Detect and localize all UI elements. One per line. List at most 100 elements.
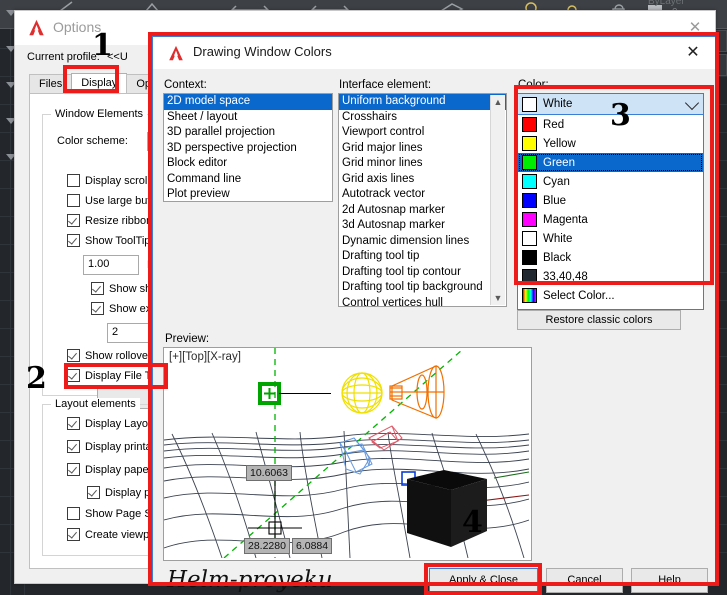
checkbox-box — [67, 214, 80, 227]
color-option-label: Select Color... — [543, 289, 615, 302]
context-item-3d-parallel-projection[interactable]: 3D parallel projection — [164, 125, 332, 141]
checkbox-box — [91, 302, 104, 315]
color-option-label: Blue — [543, 194, 567, 207]
interface-item-dynamic-dimension-lines[interactable]: Dynamic dimension lines — [339, 234, 506, 250]
context-item-plot-preview[interactable]: Plot preview — [164, 187, 332, 201]
interface-item-grid-axis-lines[interactable]: Grid axis lines — [339, 172, 506, 188]
annotation-number-2: 2 — [26, 361, 47, 396]
color-option-black[interactable]: Black — [518, 248, 703, 267]
autocad-a-icon — [169, 45, 183, 61]
interface-item-2d-autosnap-marker[interactable]: 2d Autosnap marker — [339, 203, 506, 219]
interface-item-3d-autosnap-marker[interactable]: 3d Autosnap marker — [339, 218, 506, 234]
checkbox-show-tooltips[interactable]: Show ToolTips — [67, 234, 156, 247]
tab-files[interactable]: Files — [29, 74, 73, 93]
apply-and-close-label: Apply & Close — [448, 574, 519, 586]
color-option-label: 33,40,48 — [543, 270, 588, 283]
watermark-text: Helm-proyeku — [167, 567, 333, 593]
interface-item-drafting-tool-tip[interactable]: Drafting tool tip — [339, 249, 506, 265]
color-option-label: Black — [543, 251, 572, 264]
chevron-down-icon[interactable] — [684, 95, 700, 111]
color-swatch — [522, 136, 537, 151]
autocad-a-icon — [29, 19, 44, 36]
annotation-number-4: 4 — [462, 505, 483, 540]
color-option-magenta[interactable]: Magenta — [518, 210, 703, 229]
interface-item-uniform-background[interactable]: Uniform background — [339, 94, 506, 110]
window-elements-title: Window Elements — [51, 108, 148, 120]
color-dropdown-list[interactable]: Red Yellow Green Cyan Blue Magenta White… — [517, 115, 704, 310]
interface-item-autotrack-vector[interactable]: Autotrack vector — [339, 187, 506, 203]
color-label: Color: — [518, 79, 549, 91]
context-item-3d-perspective-projection[interactable]: 3D perspective projection — [164, 141, 332, 157]
tooltip-delay-value: 1.00 — [88, 258, 110, 270]
interface-item-grid-major-lines[interactable]: Grid major lines — [339, 141, 506, 157]
color-swatch — [522, 250, 537, 265]
checkbox-box — [67, 369, 80, 382]
viewport-label: [+][Top][X-ray] — [169, 351, 241, 363]
color-option-cyan[interactable]: Cyan — [518, 172, 703, 191]
preview-label: Preview: — [165, 333, 210, 345]
apply-and-close-button[interactable]: Apply & Close — [429, 568, 538, 593]
chevron-down-icon[interactable]: ▼ — [491, 291, 505, 305]
dwc-dialog-title: Drawing Window Colors — [193, 44, 332, 59]
interface-item-grid-minor-lines[interactable]: Grid minor lines — [339, 156, 506, 172]
checkbox-box — [67, 349, 80, 362]
annotation-number-3: 3 — [610, 98, 631, 133]
context-item-2d-model-space[interactable]: 2D model space — [164, 94, 332, 110]
checkbox-box — [67, 528, 80, 541]
drawing-window-colors-dialog: Drawing Window Colors ✕ Context: 2D mode… — [152, 36, 716, 593]
interface-item-control-vertices-hull[interactable]: Control vertices hull — [339, 296, 506, 307]
interface-item-drafting-tool-tip-contour[interactable]: Drafting tool tip contour — [339, 265, 506, 281]
checkbox-box — [67, 194, 80, 207]
ribbon-bylayer-label: ByLayer — [648, 0, 685, 7]
color-option-33-40-48[interactable]: 33,40,48 — [518, 267, 703, 286]
tab-display[interactable]: Display — [71, 73, 128, 93]
color-option-label: Yellow — [543, 137, 576, 150]
dynamic-dimension-1: 10.6063 — [246, 465, 292, 481]
color-option-blue[interactable]: Blue — [518, 191, 703, 210]
color-option-yellow[interactable]: Yellow — [518, 134, 703, 153]
interface-element-scrollbar[interactable]: ▲ ▼ — [490, 95, 505, 305]
color-selected-label: White — [543, 98, 573, 110]
close-icon[interactable]: ✕ — [685, 18, 705, 38]
checkbox-label: Show ToolTips — [85, 234, 156, 247]
color-option-green[interactable]: Green — [518, 153, 703, 172]
interface-element-listbox[interactable]: Uniform background Crosshairs Viewport c… — [338, 93, 507, 307]
checkbox-box — [87, 486, 100, 499]
color-option-label: Red — [543, 118, 565, 131]
annotation-number-1: 1 — [92, 28, 113, 63]
chevron-up-icon[interactable]: ▲ — [491, 95, 505, 109]
context-item-sheet-layout[interactable]: Sheet / layout — [164, 110, 332, 126]
color-option-white[interactable]: White — [518, 229, 703, 248]
tooltip-delay-input[interactable]: 1.00 — [83, 255, 139, 275]
rainbow-color-swatch — [522, 288, 537, 303]
restore-classic-colors-button[interactable]: Restore classic colors — [517, 310, 681, 330]
checkbox-box — [91, 282, 104, 295]
context-listbox[interactable]: 2D model space Sheet / layout 3D paralle… — [163, 93, 333, 202]
extended-tooltip-delay-input[interactable]: 2 — [107, 323, 149, 343]
color-option-select-color[interactable]: Select Color... — [518, 286, 703, 305]
interface-item-drafting-tool-tip-background[interactable]: Drafting tool tip background — [339, 280, 506, 296]
dwc-titlebar[interactable]: Drawing Window Colors ✕ — [153, 37, 715, 69]
interface-element-label: Interface element: — [339, 79, 432, 91]
close-icon[interactable]: ✕ — [683, 43, 703, 63]
color-option-label: White — [543, 232, 573, 245]
color-option-label: Green — [543, 156, 575, 169]
current-profile-label: Current profile: — [27, 51, 100, 63]
context-item-command-line[interactable]: Command line — [164, 172, 332, 188]
checkbox-box — [67, 463, 80, 476]
checkbox-box — [67, 174, 80, 187]
color-swatch — [522, 193, 537, 208]
color-swatch — [522, 174, 537, 189]
help-button[interactable]: Help — [631, 568, 708, 593]
color-option-label: Magenta — [543, 213, 588, 226]
interface-item-crosshairs[interactable]: Crosshairs — [339, 110, 506, 126]
interface-item-viewport-control[interactable]: Viewport control — [339, 125, 506, 141]
cancel-button[interactable]: Cancel — [546, 568, 623, 593]
dynamic-dimension-2: 28.2280 — [244, 538, 290, 554]
color-selected-swatch — [522, 96, 537, 112]
help-label: Help — [658, 574, 681, 586]
checkbox-box — [67, 440, 80, 453]
checkbox-box — [67, 234, 80, 247]
context-item-block-editor[interactable]: Block editor — [164, 156, 332, 172]
layout-elements-title: Layout elements — [51, 398, 140, 410]
